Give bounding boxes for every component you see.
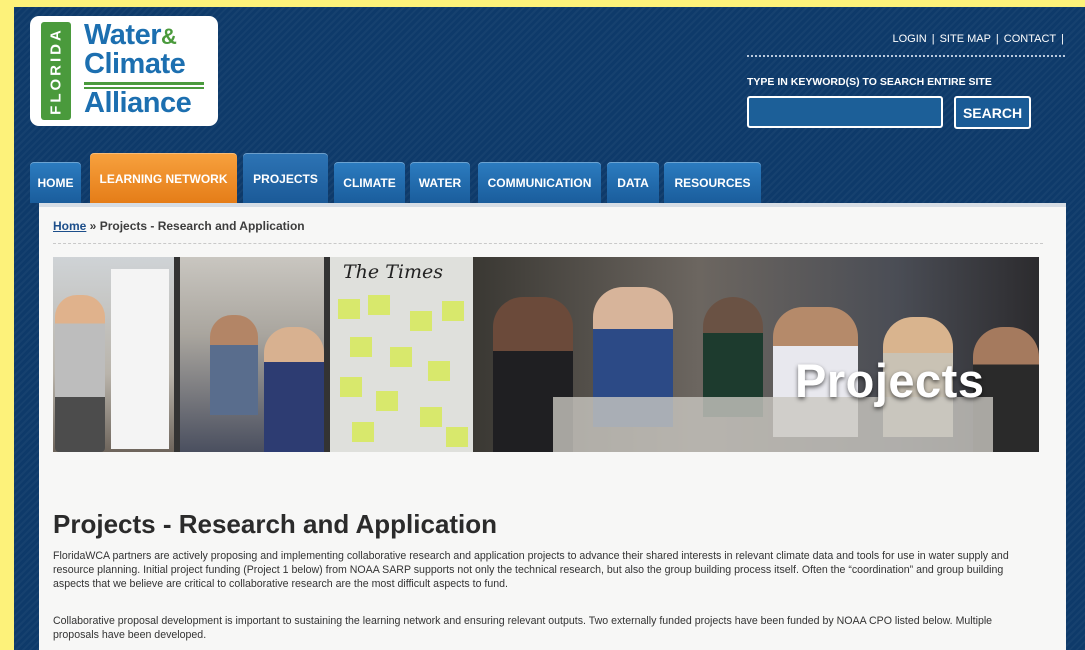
proposal-paragraph: Collaborative proposal development is im… bbox=[53, 615, 993, 641]
site-logo[interactable]: FLORIDA Water& Climate Alliance bbox=[30, 16, 218, 126]
tab-home[interactable]: HOME bbox=[30, 162, 81, 203]
logo-word-water: Water bbox=[84, 19, 162, 51]
search-input[interactable] bbox=[747, 96, 943, 128]
link-separator: | bbox=[931, 33, 935, 45]
sticky-note bbox=[352, 422, 374, 442]
sticky-note bbox=[350, 337, 372, 357]
sticky-note bbox=[446, 427, 468, 447]
breadcrumb-separator: » bbox=[86, 219, 100, 233]
tab-communication[interactable]: COMMUNICATION bbox=[478, 162, 601, 203]
sticky-note bbox=[338, 299, 360, 319]
search-label: TYPE IN KEYWORD(S) TO SEARCH ENTIRE SITE bbox=[747, 76, 992, 88]
sticky-note bbox=[340, 377, 362, 397]
sticky-note bbox=[420, 407, 442, 427]
banner-photo-whiteboard bbox=[53, 257, 174, 452]
contact-link[interactable]: CONTACT bbox=[1004, 33, 1056, 45]
tab-data[interactable]: DATA bbox=[607, 162, 659, 203]
sticky-note bbox=[376, 391, 398, 411]
sticky-note bbox=[442, 301, 464, 321]
tab-water[interactable]: WATER bbox=[410, 162, 470, 203]
logo-text-climate: Climate bbox=[84, 48, 186, 80]
tab-learning-network[interactable]: LEARNING NETWORK bbox=[90, 153, 237, 203]
tab-climate[interactable]: CLIMATE bbox=[334, 162, 405, 203]
breadcrumb-home-link[interactable]: Home bbox=[53, 219, 86, 233]
logo-florida-badge: FLORIDA bbox=[41, 22, 71, 120]
link-separator: | bbox=[995, 33, 999, 45]
site-map-link[interactable]: SITE MAP bbox=[940, 33, 991, 45]
logo-florida-text: FLORIDA bbox=[47, 27, 65, 115]
content-panel: Home » Projects - Research and Applicati… bbox=[39, 203, 1066, 650]
sticky-note bbox=[410, 311, 432, 331]
newspaper-heading: The Times bbox=[343, 261, 443, 283]
attendee-shape bbox=[210, 315, 258, 415]
link-separator: | bbox=[1061, 33, 1064, 45]
banner-photo-audience bbox=[180, 257, 324, 452]
logo-divider bbox=[84, 82, 204, 85]
sticky-note bbox=[428, 361, 450, 381]
utility-links: LOGIN | SITE MAP | CONTACT | bbox=[892, 33, 1069, 45]
tab-projects[interactable]: PROJECTS bbox=[243, 153, 328, 203]
search-button[interactable]: SEARCH bbox=[954, 96, 1031, 129]
logo-ampersand: & bbox=[161, 24, 177, 49]
whiteboard-shape bbox=[111, 269, 169, 449]
presenter-shape bbox=[55, 295, 105, 452]
attendee-shape bbox=[264, 327, 324, 452]
login-link[interactable]: LOGIN bbox=[892, 33, 926, 45]
banner-title: Projects bbox=[795, 354, 985, 407]
site-container: FLORIDA Water& Climate Alliance LOGIN | SI… bbox=[14, 7, 1085, 650]
projects-banner-image: The Times Projects bbox=[53, 257, 1039, 452]
tab-resources[interactable]: RESOURCES bbox=[664, 162, 761, 203]
logo-text-alliance: Alliance bbox=[84, 87, 192, 119]
page-title: Projects - Research and Application bbox=[53, 509, 498, 539]
breadcrumb-current: Projects - Research and Application bbox=[99, 219, 305, 233]
sticky-note bbox=[368, 295, 390, 315]
header-dotted-divider bbox=[747, 55, 1065, 57]
intro-paragraph: FloridaWCA partners are actively proposi… bbox=[53, 550, 1009, 590]
sticky-note bbox=[390, 347, 412, 367]
breadcrumb-divider bbox=[53, 243, 1043, 244]
breadcrumb: Home » Projects - Research and Applicati… bbox=[53, 219, 305, 233]
banner-photo-sticky-notes: The Times bbox=[330, 257, 473, 452]
